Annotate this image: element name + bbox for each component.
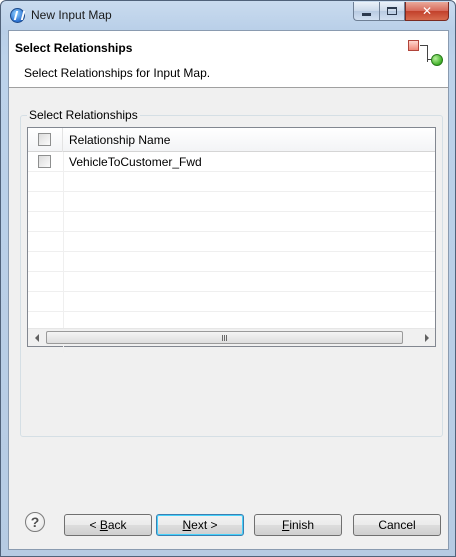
scroll-right-icon [424,333,429,342]
next-button-mnemonic: N [182,518,192,532]
relationship-map-icon [408,39,444,71]
page-title: Select Relationships [15,41,133,55]
back-button[interactable]: < Back [64,514,152,536]
cancel-button[interactable]: Cancel [353,514,441,536]
table-row[interactable]: VehicleToCustomer_Fwd [28,152,435,172]
row-checkbox[interactable] [38,155,51,168]
empty-row [28,272,435,292]
table-header: Relationship Name [28,128,435,152]
button-bar: ? < Back Next > Finish Cancel [9,501,448,549]
page-description: Select Relationships for Input Map. [24,66,211,80]
maximize-button[interactable] [379,2,405,21]
relationships-table[interactable]: Relationship Name VehicleToCustomer_Fwd [27,127,436,353]
empty-row [28,232,435,252]
back-button-mnemonic: B [99,518,108,532]
back-button-label: ack [107,518,127,532]
grip-icon [222,334,227,341]
back-button-prefix: < [89,518,100,532]
app-icon [10,8,25,23]
scroll-right-button[interactable] [418,329,435,346]
next-button[interactable]: Next > [156,514,244,536]
next-button-label: ext > [191,518,218,532]
close-icon: ✕ [421,4,433,18]
empty-row [28,292,435,312]
select-all-checkbox[interactable] [38,133,51,146]
dialog-window: New Input Map ✕ Select Relationships Sel… [0,0,456,557]
empty-row [28,172,435,192]
empty-row [28,212,435,232]
empty-row [28,252,435,272]
wizard-header: Select Relationships Select Relationship… [9,31,448,88]
finish-button-label: inish [289,518,315,532]
window-title: New Input Map [31,8,112,22]
finish-button-mnemonic: F [281,518,290,532]
horizontal-scrollbar[interactable] [28,328,435,346]
minimize-icon [362,13,371,16]
minimize-button[interactable] [353,2,379,21]
close-button[interactable]: ✕ [405,2,449,21]
maximize-icon [387,7,397,15]
scrollbar-thumb[interactable] [46,331,403,344]
group-label: Select Relationships [27,108,140,122]
relationship-name-cell: VehicleToCustomer_Fwd [69,155,202,169]
column-header-relationship-name[interactable]: Relationship Name [69,133,170,147]
title-bar[interactable]: New Input Map ✕ [1,1,455,30]
help-icon[interactable]: ? [25,512,45,532]
scroll-left-button[interactable] [28,329,45,346]
finish-button[interactable]: Finish [254,514,342,536]
dialog-client-area: Select Relationships Select Relationship… [8,30,449,550]
window-controls: ✕ [353,2,449,21]
table-body: VehicleToCustomer_Fwd [28,152,435,353]
empty-row [28,192,435,212]
scroll-left-icon [34,333,39,342]
